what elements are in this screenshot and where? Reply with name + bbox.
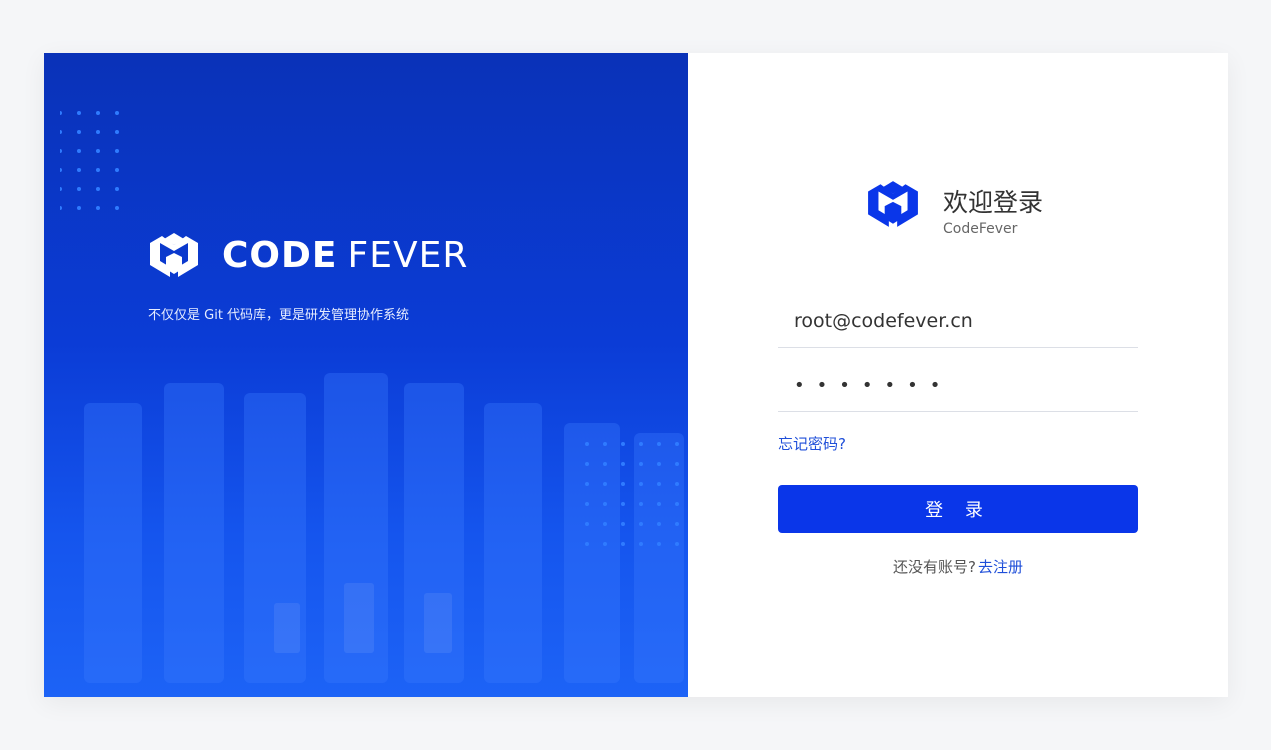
product-name: CodeFever: [943, 221, 1018, 237]
codefever-logo-icon: [868, 181, 918, 227]
signup-link[interactable]: 去注册: [978, 558, 1023, 576]
forgot-password-link[interactable]: 忘记密码?: [778, 433, 846, 454]
login-card: CODE FEVER 不仅仅是 Git 代码库，更是研发管理协作系统 欢迎登录 C…: [44, 53, 1228, 697]
brand-name-bold: CODE: [222, 234, 338, 276]
email-field[interactable]: root@codefever.cn: [778, 295, 1138, 348]
codefever-logo-icon: [150, 233, 198, 277]
page-title: 欢迎登录: [943, 188, 1044, 217]
password-value[interactable]: •••••••: [794, 375, 952, 396]
brand-panel: CODE FEVER 不仅仅是 Git 代码库，更是研发管理协作系统: [44, 53, 688, 697]
login-panel: 欢迎登录 CodeFever root@codefever.cn •••••••…: [688, 53, 1228, 697]
signup-prompt: 还没有账号?: [893, 558, 976, 576]
email-value[interactable]: root@codefever.cn: [794, 310, 973, 332]
login-button[interactable]: 登 录: [778, 485, 1138, 533]
brand-name-light: FEVER: [347, 234, 469, 276]
decorative-dot-grid: [60, 111, 119, 210]
brand-tagline: 不仅仅是 Git 代码库，更是研发管理协作系统: [148, 308, 410, 323]
password-field[interactable]: •••••••: [778, 359, 1138, 412]
decorative-dot-grid-lower: [585, 442, 679, 546]
brand-wordmark: CODE FEVER: [222, 235, 468, 276]
signup-row: 还没有账号? 去注册: [688, 556, 1228, 577]
brand-lockup: CODE FEVER: [148, 231, 468, 279]
